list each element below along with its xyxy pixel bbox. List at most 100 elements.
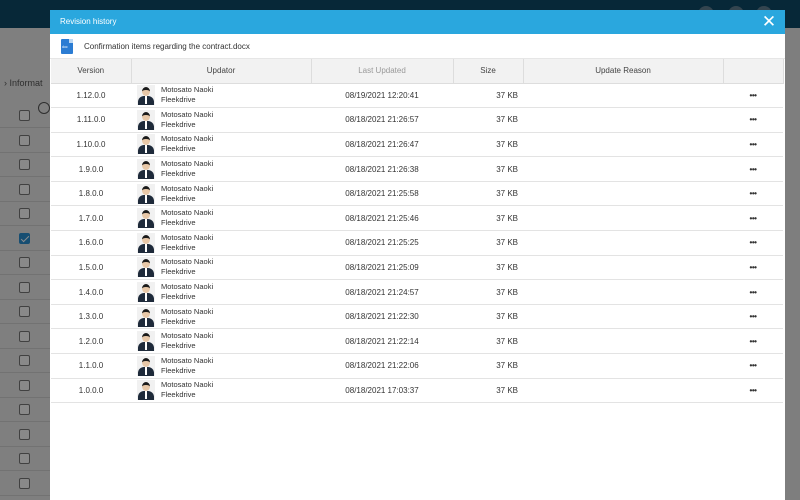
size-cell: 37 KB (453, 304, 523, 330)
update-reason-cell (523, 304, 723, 330)
user-avatar (137, 355, 155, 376)
column-header-size[interactable]: Size (453, 59, 524, 84)
size-cell: 37 KB (453, 107, 523, 133)
more-options-icon[interactable]: ••• (723, 304, 783, 330)
updator-info: Motosato Naoki Fleekdrive (137, 159, 311, 180)
column-header-update-reason[interactable]: Update Reason (523, 59, 724, 84)
version-cell: 1.4.0.0 (51, 279, 131, 305)
updator-name: Motosato Naoki (161, 232, 214, 242)
table-row[interactable]: 1.0.0.0 Motosato Naoki Fleekdrive 08/18/… (51, 378, 783, 404)
updator-info: Motosato Naoki Fleekdrive (137, 85, 311, 106)
size-cell: 37 KB (453, 83, 523, 109)
last-updated-cell: 08/18/2021 21:22:30 (311, 304, 453, 330)
column-header-updator[interactable]: Updator (131, 59, 312, 84)
updator-info: Motosato Naoki Fleekdrive (137, 232, 311, 253)
more-options-icon[interactable]: ••• (723, 205, 783, 232)
updator-cell: Motosato Naoki Fleekdrive (131, 205, 311, 232)
revision-history-dialog: Revision history ✕ doc Confirmation item… (50, 10, 785, 500)
table-row[interactable]: 1.9.0.0 Motosato Naoki Fleekdrive 08/18/… (51, 156, 783, 182)
last-updated-cell: 08/18/2021 21:22:14 (311, 328, 453, 355)
updator-name: Motosato Naoki (161, 159, 214, 169)
update-reason-cell (523, 181, 723, 207)
version-cell: 1.10.0.0 (51, 132, 131, 158)
updator-cell: Motosato Naoki Fleekdrive (131, 181, 311, 207)
updator-name: Motosato Naoki (161, 208, 214, 218)
update-reason-cell (523, 132, 723, 158)
column-header-version[interactable]: Version (51, 59, 132, 84)
user-avatar (137, 380, 155, 401)
version-cell: 1.6.0.0 (51, 230, 131, 256)
last-updated-cell: 08/19/2021 12:20:41 (311, 83, 453, 109)
table-row[interactable]: 1.2.0.0 Motosato Naoki Fleekdrive 08/18/… (51, 328, 783, 355)
file-info-bar: doc Confirmation items regarding the con… (50, 34, 785, 59)
table-row[interactable]: 1.7.0.0 Motosato Naoki Fleekdrive 08/18/… (51, 205, 783, 232)
user-avatar (137, 134, 155, 155)
updator-org: Fleekdrive (161, 169, 196, 179)
table-row[interactable]: 1.4.0.0 Motosato Naoki Fleekdrive 08/18/… (51, 279, 783, 305)
updator-text: Motosato Naoki Fleekdrive (161, 110, 213, 130)
updator-name: Motosato Naoki (161, 306, 214, 316)
more-options-icon[interactable]: ••• (723, 107, 783, 133)
column-header-last-updated[interactable]: Last Updated (311, 59, 454, 84)
updator-cell: Motosato Naoki Fleekdrive (131, 304, 311, 330)
table-row[interactable]: 1.12.0.0 Motosato Naoki Fleekdrive 08/19… (51, 83, 783, 109)
user-avatar (137, 208, 155, 229)
size-cell: 37 KB (453, 378, 523, 404)
version-cell: 1.2.0.0 (51, 328, 131, 355)
updator-name: Motosato Naoki (161, 134, 214, 144)
updator-text: Motosato Naoki Fleekdrive (161, 159, 213, 179)
last-updated-cell: 08/18/2021 21:26:57 (311, 107, 453, 133)
table-row[interactable]: 1.6.0.0 Motosato Naoki Fleekdrive 08/18/… (51, 230, 783, 256)
updator-text: Motosato Naoki Fleekdrive (161, 356, 213, 376)
table-row[interactable]: 1.3.0.0 Motosato Naoki Fleekdrive 08/18/… (51, 304, 783, 330)
last-updated-cell: 08/18/2021 21:26:47 (311, 132, 453, 158)
more-options-icon[interactable]: ••• (723, 181, 783, 207)
updator-name: Motosato Naoki (161, 282, 214, 292)
column-header-actions (723, 59, 784, 84)
more-options-icon[interactable]: ••• (723, 353, 783, 379)
table-row[interactable]: 1.5.0.0 Motosato Naoki Fleekdrive 08/18/… (51, 255, 783, 281)
more-options-icon[interactable]: ••• (723, 83, 783, 109)
docx-file-icon: doc (61, 39, 73, 54)
more-options-icon[interactable]: ••• (723, 230, 783, 256)
updator-cell: Motosato Naoki Fleekdrive (131, 230, 311, 256)
version-cell: 1.12.0.0 (51, 83, 131, 109)
more-options-icon[interactable]: ••• (723, 255, 783, 281)
close-icon[interactable]: ✕ (759, 12, 779, 32)
user-avatar (137, 331, 155, 352)
updator-cell: Motosato Naoki Fleekdrive (131, 279, 311, 305)
update-reason-cell (523, 107, 723, 133)
last-updated-cell: 08/18/2021 21:25:58 (311, 181, 453, 207)
size-cell: 37 KB (453, 205, 523, 232)
more-options-icon[interactable]: ••• (723, 378, 783, 404)
table-row[interactable]: 1.1.0.0 Motosato Naoki Fleekdrive 08/18/… (51, 353, 783, 379)
table-row[interactable]: 1.8.0.0 Motosato Naoki Fleekdrive 08/18/… (51, 181, 783, 207)
updator-name: Motosato Naoki (161, 109, 214, 119)
version-cell: 1.11.0.0 (51, 107, 131, 133)
updator-info: Motosato Naoki Fleekdrive (137, 134, 311, 155)
user-avatar (137, 85, 155, 106)
updator-name: Motosato Naoki (161, 331, 214, 341)
file-name: Confirmation items regarding the contrac… (84, 42, 250, 51)
size-cell: 37 KB (453, 353, 523, 379)
updator-text: Motosato Naoki Fleekdrive (161, 380, 213, 400)
update-reason-cell (523, 83, 723, 109)
table-row[interactable]: 1.11.0.0 Motosato Naoki Fleekdrive 08/18… (51, 107, 783, 133)
updator-name: Motosato Naoki (161, 380, 214, 390)
updator-cell: Motosato Naoki Fleekdrive (131, 255, 311, 281)
updator-info: Motosato Naoki Fleekdrive (137, 208, 311, 229)
table-row[interactable]: 1.10.0.0 Motosato Naoki Fleekdrive 08/18… (51, 132, 783, 158)
update-reason-cell (523, 255, 723, 281)
updator-cell: Motosato Naoki Fleekdrive (131, 353, 311, 379)
more-options-icon[interactable]: ••• (723, 328, 783, 355)
updator-cell: Motosato Naoki Fleekdrive (131, 378, 311, 404)
version-cell: 1.7.0.0 (51, 205, 131, 232)
version-cell: 1.0.0.0 (51, 378, 131, 404)
updator-text: Motosato Naoki Fleekdrive (161, 282, 213, 302)
updator-cell: Motosato Naoki Fleekdrive (131, 328, 311, 355)
updator-info: Motosato Naoki Fleekdrive (137, 183, 311, 204)
more-options-icon[interactable]: ••• (723, 279, 783, 305)
updator-org: Fleekdrive (161, 119, 196, 129)
more-options-icon[interactable]: ••• (723, 156, 783, 182)
more-options-icon[interactable]: ••• (723, 132, 783, 158)
